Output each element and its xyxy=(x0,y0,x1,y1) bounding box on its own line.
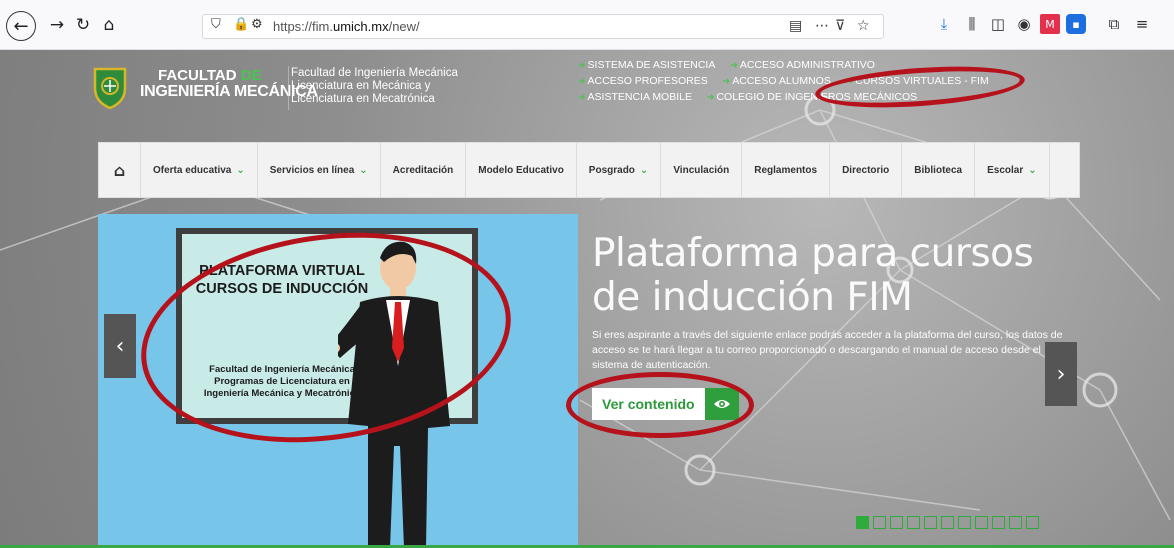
back-icon[interactable]: ← xyxy=(6,11,36,41)
pocket-icon[interactable]: ⊽ xyxy=(835,18,845,34)
nav-item-vinculacion[interactable]: Vinculación xyxy=(661,143,743,197)
slider-dot-9[interactable] xyxy=(992,516,1005,529)
slider-dot-6[interactable] xyxy=(941,516,954,529)
slider-dot-5[interactable] xyxy=(924,516,937,529)
nav-item-biblioteca[interactable]: Biblioteca xyxy=(902,143,976,197)
chevron-down-icon: ⌄ xyxy=(359,164,368,176)
extension-icon[interactable]: M xyxy=(1040,14,1060,34)
slider-dot-10[interactable] xyxy=(1009,516,1022,529)
nav-item-reglamentos[interactable]: Reglamentos xyxy=(742,143,831,197)
top-link-acceso-administrativo[interactable]: ➜ ACCESO ADMINISTRATIVO xyxy=(730,59,881,71)
home-icon[interactable]: ⌂ xyxy=(96,12,122,38)
nav-item-directorio[interactable]: Directorio xyxy=(830,143,903,197)
top-link-acceso-profesores[interactable]: ➜ ACCESO PROFESORES xyxy=(578,75,714,87)
extensions-menu-icon[interactable]: ⧉ xyxy=(1104,14,1124,34)
slide-description: Si eres aspirante a través del siguiente… xyxy=(592,329,1063,371)
forward-icon[interactable]: → xyxy=(44,12,70,38)
nav-item-modelo-educativo[interactable]: Modelo Educativo xyxy=(466,143,577,197)
nav-home-icon[interactable]: ⌂ xyxy=(99,143,141,197)
menu-icon[interactable]: ≡ xyxy=(1132,14,1152,34)
top-link-asistencia-mobile[interactable]: ➜ ASISTENCIA MOBILE xyxy=(578,91,698,103)
nav-item-servicios-en-linea[interactable]: Servicios en línea ⌄ xyxy=(258,143,381,197)
top-link-acceso-alumnos[interactable]: ➜ ACCESO ALUMNOS xyxy=(723,75,837,87)
address-bar[interactable]: ⛉ 🔒 ⚙ https://fim.umich.mx/new/ ▤ ⋯ ⊽ ☆ xyxy=(202,14,884,39)
nav-item-acreditacion[interactable]: Acreditación xyxy=(381,143,467,197)
annotation-ellipse-ver-contenido xyxy=(566,372,754,438)
chevron-down-icon: ⌄ xyxy=(236,164,245,176)
browser-toolbar: ← → ↻ ⌂ ⛉ 🔒 ⚙ https://fim.umich.mx/new/ … xyxy=(0,0,1174,50)
reload-icon[interactable]: ↻ xyxy=(70,12,96,38)
slider-dot-1[interactable] xyxy=(856,516,869,529)
download-icon[interactable]: ⤓ xyxy=(934,14,954,34)
account-icon[interactable]: ◉ xyxy=(1014,14,1034,34)
slider-dot-3[interactable] xyxy=(890,516,903,529)
nav-item-escolar[interactable]: Escolar ⌄ xyxy=(975,143,1050,197)
fim-logo-shield-icon[interactable] xyxy=(92,66,128,110)
slider-dot-4[interactable] xyxy=(907,516,920,529)
zoom-icon[interactable]: ▪ xyxy=(1066,14,1086,34)
lock-icon[interactable]: 🔒 xyxy=(233,17,249,32)
slider-prev-button[interactable]: ‹ xyxy=(104,314,136,378)
page-actions-icon[interactable]: ⋯ xyxy=(815,18,829,34)
slider-pagination xyxy=(856,516,1039,529)
slider-dot-8[interactable] xyxy=(975,516,988,529)
chevron-down-icon: ⌄ xyxy=(639,164,649,176)
slider-dot-7[interactable] xyxy=(958,516,971,529)
slider-dot-2[interactable] xyxy=(873,516,886,529)
library-icon[interactable]: ⫼ xyxy=(962,14,982,34)
slider-dot-11[interactable] xyxy=(1026,516,1039,529)
slide-title: Plataforma para cursos de inducción FIM xyxy=(592,231,1034,320)
faculty-description: Facultad de Ingeniería Mecánica Licencia… xyxy=(291,67,458,105)
shield-icon[interactable]: ⛉ xyxy=(211,17,221,32)
main-nav: ⌂ Oferta educativa ⌄ Servicios en línea ⌄ … xyxy=(98,142,1080,198)
bookmark-star-icon[interactable]: ☆ xyxy=(857,18,870,34)
permissions-icon[interactable]: ⚙ xyxy=(251,17,263,32)
nav-item-posgrado[interactable]: Posgrado ⌄ xyxy=(577,143,662,197)
nav-item-oferta-educativa[interactable]: Oferta educativa ⌄ xyxy=(141,143,258,197)
chevron-down-icon: ⌄ xyxy=(1028,164,1037,176)
reader-view-icon[interactable]: ▤ xyxy=(789,18,802,34)
header-divider xyxy=(288,66,289,110)
top-link-sistema-asistencia[interactable]: ➜ SISTEMA DE ASISTENCIA xyxy=(578,59,721,71)
sidebar-icon[interactable]: ◫ xyxy=(988,14,1008,34)
url-text[interactable]: https://fim.umich.mx/new/ xyxy=(273,19,420,34)
